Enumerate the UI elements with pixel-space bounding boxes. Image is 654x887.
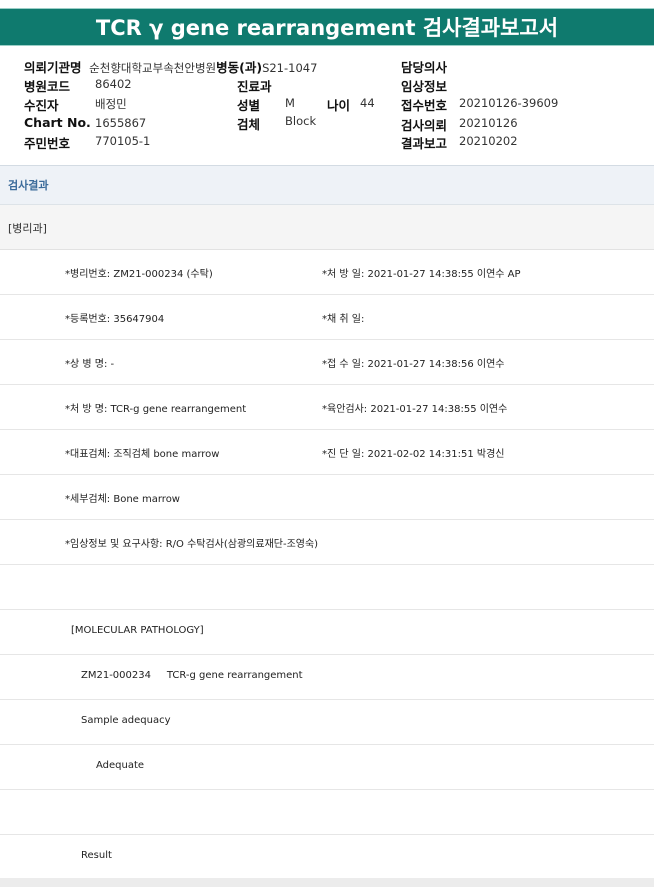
- result-row: [0, 565, 654, 610]
- specimen-label: 검체: [237, 117, 261, 132]
- hospital-code-value: 86402: [95, 77, 132, 91]
- result-row: Result: [0, 835, 654, 880]
- report-title: TCR γ gene rearrangement 검사결과보고서: [0, 8, 654, 46]
- result-row: [0, 790, 654, 835]
- patient-value: 배정민: [95, 97, 127, 111]
- collection-date: *채 취 일:: [322, 314, 365, 325]
- result-row: *처 방 명: TCR-g gene rearrangement *육안검사: …: [0, 385, 654, 430]
- department-row: [병리과]: [0, 205, 654, 250]
- pathology-number: *병리번호: ZM21-000234 (수탁): [65, 269, 213, 280]
- institution-value: 순천향대학교부속천안병원: [89, 61, 217, 75]
- clinical-info-label: 임상정보: [401, 79, 448, 94]
- request-value: 20210126: [459, 116, 518, 130]
- department-name: [병리과]: [8, 222, 47, 235]
- report-date-label: 결과보고: [401, 136, 448, 151]
- result-row: ZM21-000234 TCR-g gene rearrangement: [0, 655, 654, 700]
- resident-no-label: 주민번호: [24, 136, 71, 151]
- diagnosis-name: *상 병 명: -: [65, 359, 115, 370]
- representative-specimen: *대표검체: 조직검체 bone marrow: [65, 449, 220, 460]
- chart-no-value: 1655867: [95, 116, 147, 130]
- result-row: *세부검체: Bone marrow: [0, 475, 654, 520]
- sample-adequacy-label: Sample adequacy: [81, 715, 171, 726]
- header-row-1: 의뢰기관명 순천향대학교부속천안병원병동(과)S21-1047: [24, 57, 317, 76]
- ward-label: 병동(과): [216, 60, 263, 75]
- patient-label: 수진자: [24, 98, 59, 113]
- results-section-header: 검사결과: [0, 165, 654, 205]
- sex-value: M: [285, 96, 295, 110]
- gross-exam: *육안검사: 2021-01-27 14:38:55 이연수: [322, 404, 508, 415]
- doctor-label: 담당의사: [401, 60, 448, 75]
- age-value: 44: [360, 96, 375, 110]
- result-row: [MOLECULAR PATHOLOGY]: [0, 610, 654, 655]
- specimen-value: Block: [285, 114, 317, 128]
- result-row: *등록번호: 35647904 *채 취 일:: [0, 295, 654, 340]
- report-date-value: 20210202: [459, 134, 518, 148]
- result-row: *상 병 명: - *접 수 일: 2021-01-27 14:38:56 이연…: [0, 340, 654, 385]
- hospital-code-label: 병원코드: [24, 79, 71, 94]
- result-row: *대표검체: 조직검체 bone marrow *진 단 일: 2021-02-…: [0, 430, 654, 475]
- chart-no-label: Chart No.: [24, 115, 91, 130]
- department-label: 진료과: [237, 79, 272, 94]
- clinical-request: *임상정보 및 요구사항: R/O 수탁검사(삼광의료재단-조영숙): [65, 539, 319, 550]
- results-section-title: 검사결과: [8, 179, 49, 192]
- receipt-no-label: 접수번호: [401, 98, 448, 113]
- age-label: 나이: [327, 98, 351, 113]
- molecular-pathology-heading: [MOLECULAR PATHOLOGY]: [71, 625, 204, 636]
- sample-adequacy-value: Adequate: [96, 760, 145, 771]
- sex-label: 성별: [237, 98, 261, 113]
- test-id-line: ZM21-000234 TCR-g gene rearrangement: [81, 670, 303, 681]
- ward-value: S21-1047: [262, 61, 318, 75]
- resident-no-value: 770105-1: [95, 134, 151, 148]
- result-label: Result: [81, 850, 112, 861]
- result-row: *병리번호: ZM21-000234 (수탁) *처 방 일: 2021-01-…: [0, 250, 654, 295]
- result-row: Sample adequacy: [0, 700, 654, 745]
- registration-number: *등록번호: 35647904: [65, 314, 165, 325]
- receipt-no-value: 20210126-39609: [459, 96, 559, 110]
- order-date: *처 방 일: 2021-01-27 14:38:55 이연수 AP: [322, 269, 521, 280]
- detail-specimen: *세부검체: Bone marrow: [65, 494, 180, 505]
- result-row: *임상정보 및 요구사항: R/O 수탁검사(삼광의료재단-조영숙): [0, 520, 654, 565]
- footer-bar: [0, 878, 654, 887]
- order-name: *처 방 명: TCR-g gene rearrangement: [65, 404, 247, 415]
- diagnosis-date: *진 단 일: 2021-02-02 14:31:51 박경신: [322, 449, 505, 460]
- request-label: 검사의뢰: [401, 118, 448, 133]
- result-row: Adequate: [0, 745, 654, 790]
- receipt-date: *접 수 일: 2021-01-27 14:38:56 이연수: [322, 359, 505, 370]
- institution-label: 의뢰기관명: [24, 60, 82, 75]
